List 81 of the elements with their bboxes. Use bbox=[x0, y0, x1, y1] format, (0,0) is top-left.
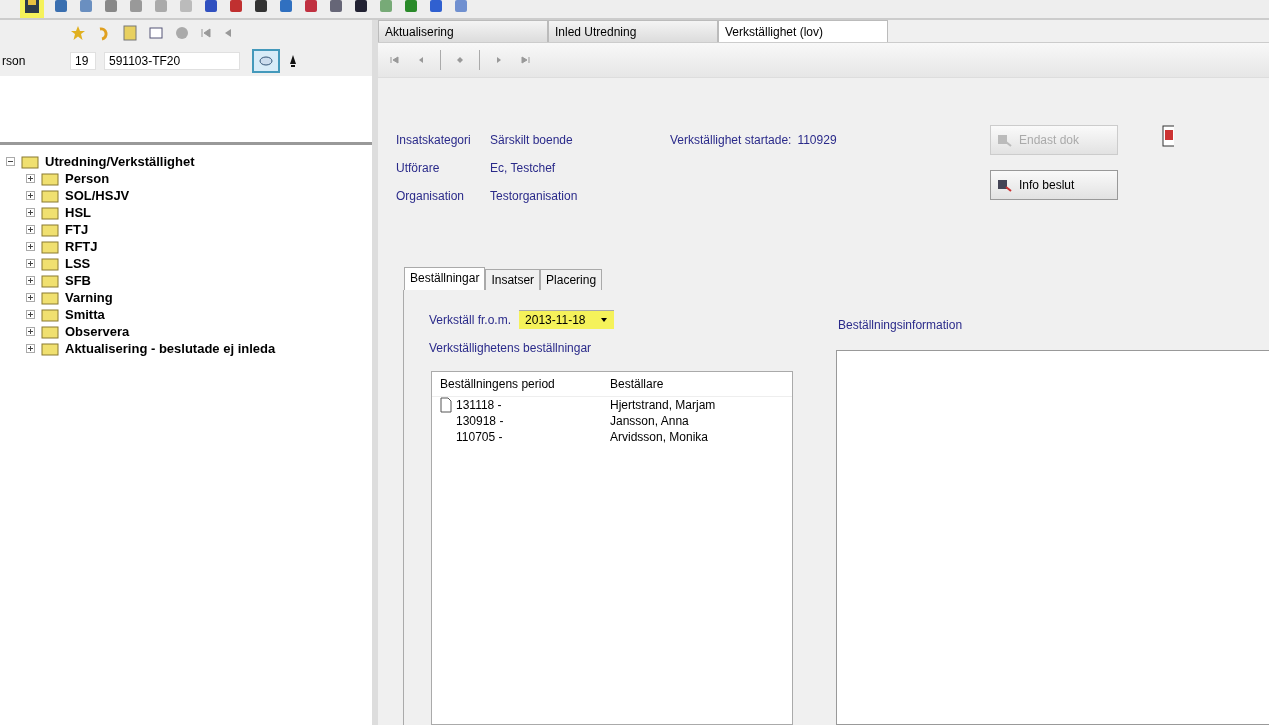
toolbar-icon[interactable] bbox=[253, 0, 269, 14]
collapse-icon[interactable] bbox=[6, 157, 15, 166]
expand-icon[interactable] bbox=[26, 259, 35, 268]
bell-icon bbox=[288, 54, 298, 68]
first-icon[interactable] bbox=[200, 25, 212, 41]
tree-item[interactable]: Observera bbox=[65, 324, 130, 339]
expand-icon[interactable] bbox=[26, 225, 35, 234]
eye-icon bbox=[258, 55, 274, 67]
table-cell[interactable]: Hjertstrand, Marjam bbox=[610, 398, 716, 412]
field-value: Testorganisation bbox=[490, 189, 579, 203]
century-field[interactable]: 19 bbox=[70, 52, 96, 70]
expand-icon[interactable] bbox=[26, 293, 35, 302]
tree-item[interactable]: LSS bbox=[65, 256, 91, 271]
tab[interactable]: Insatser bbox=[485, 269, 541, 290]
person-label: rson bbox=[2, 54, 27, 68]
tree-item[interactable]: Aktualisering - beslutade ej inleda bbox=[65, 341, 276, 356]
tab[interactable]: Placering bbox=[540, 269, 603, 290]
window-icon[interactable] bbox=[148, 25, 164, 41]
folder-icon bbox=[41, 239, 59, 254]
expand-icon[interactable] bbox=[26, 242, 35, 251]
folder-icon bbox=[41, 324, 59, 339]
table-cell[interactable]: 130918 - bbox=[456, 414, 504, 428]
folder-icon bbox=[41, 307, 59, 322]
action-button[interactable]: Info beslut bbox=[990, 170, 1118, 200]
expand-icon[interactable] bbox=[26, 310, 35, 319]
last-icon[interactable] bbox=[518, 53, 532, 67]
expand-icon[interactable] bbox=[26, 327, 35, 336]
field-label: Organisation bbox=[396, 189, 466, 203]
caret-icon bbox=[599, 317, 608, 323]
start-date: 110929 bbox=[797, 133, 837, 147]
folder-icon bbox=[41, 290, 59, 305]
date-picker[interactable]: 2013-11-18 bbox=[519, 310, 614, 329]
start-label: Verkställighet startade: bbox=[670, 133, 792, 147]
tree-item[interactable]: RFTJ bbox=[65, 239, 98, 254]
person-id-field[interactable]: 591103-TF20 bbox=[104, 52, 240, 70]
expand-icon[interactable] bbox=[26, 276, 35, 285]
save-icon[interactable] bbox=[24, 0, 40, 14]
table-cell[interactable]: 131118 - bbox=[456, 398, 502, 412]
table-cell[interactable]: Jansson, Anna bbox=[610, 414, 689, 428]
first-icon[interactable] bbox=[388, 53, 402, 67]
table-cell[interactable]: Arvidsson, Monika bbox=[610, 430, 709, 444]
tree-item[interactable]: FTJ bbox=[65, 222, 89, 237]
toolbar-icon[interactable] bbox=[353, 0, 369, 14]
tree-item[interactable]: Person bbox=[65, 171, 110, 186]
folder-icon bbox=[41, 341, 59, 356]
folder-icon bbox=[41, 273, 59, 288]
expand-icon[interactable] bbox=[26, 208, 35, 217]
column-header[interactable]: Beställare bbox=[610, 377, 664, 391]
folder-icon bbox=[41, 205, 59, 220]
folder-icon bbox=[41, 256, 59, 271]
expand-icon[interactable] bbox=[26, 174, 35, 183]
field-value: Ec, Testchef bbox=[490, 161, 557, 175]
field-value: Särskilt boende bbox=[490, 133, 574, 147]
tree-item[interactable]: SOL/HSJV bbox=[65, 188, 130, 203]
expand-icon[interactable] bbox=[26, 191, 35, 200]
date-label: Verkställ fr.o.m. bbox=[429, 312, 512, 327]
tree-item[interactable]: Utredning/Verkställighet bbox=[45, 154, 195, 169]
view-button[interactable] bbox=[252, 49, 280, 73]
section-title: Beställningsinformation bbox=[838, 318, 964, 332]
document-icon[interactable] bbox=[122, 25, 138, 41]
toolbar-icon[interactable] bbox=[203, 0, 219, 14]
field-label: Utförare bbox=[396, 161, 441, 175]
tree-item[interactable]: SFB bbox=[65, 273, 91, 288]
folder-icon bbox=[21, 154, 39, 169]
tree-item[interactable]: Smitta bbox=[65, 307, 105, 322]
tab[interactable]: Inled Utredning bbox=[548, 20, 718, 42]
document-icon bbox=[440, 397, 452, 413]
tree-item[interactable]: Varning bbox=[65, 290, 113, 305]
tab[interactable]: Aktualisering bbox=[378, 20, 548, 42]
folder-icon bbox=[41, 188, 59, 203]
folder-icon bbox=[41, 171, 59, 186]
column-header[interactable]: Beställningens period bbox=[432, 377, 610, 391]
tree-item[interactable]: HSL bbox=[65, 205, 91, 220]
tab[interactable]: Verkställighet (lov) bbox=[718, 20, 888, 42]
folder-icon bbox=[41, 222, 59, 237]
section-title: Verkställighetens beställningar bbox=[429, 341, 593, 355]
star-icon[interactable] bbox=[70, 25, 86, 41]
expand-icon[interactable] bbox=[26, 344, 35, 353]
field-label: Insatskategori bbox=[396, 133, 472, 147]
tab[interactable]: Beställningar bbox=[404, 267, 486, 290]
table-cell[interactable]: 110705 - bbox=[456, 430, 503, 444]
